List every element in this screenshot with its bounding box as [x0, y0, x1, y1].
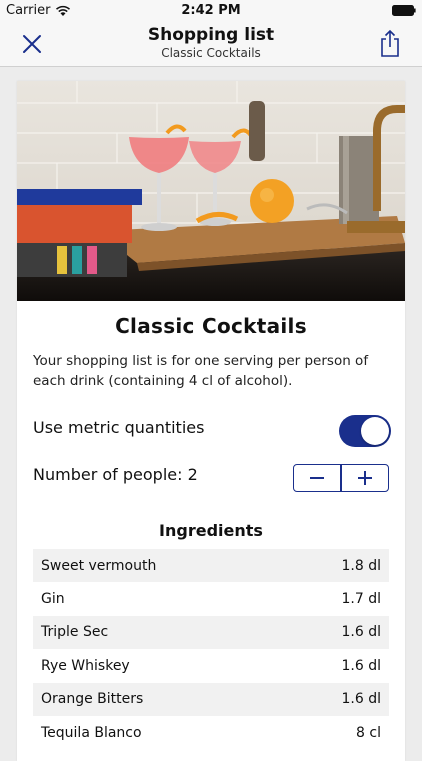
ingredient-quantity: 1.6 dl — [341, 691, 382, 708]
ingredient-name: Orange Bitters — [41, 691, 144, 708]
ingredient-row: Sweet vermouth 1.8 dl — [33, 549, 389, 583]
ingredient-row: Triple Sec 1.6 dl — [33, 615, 389, 650]
ingredient-row: Rye Whiskey 1.6 dl — [33, 649, 389, 682]
number-of-people-label: Number of people: 2 — [33, 465, 198, 484]
ingredient-row: Orange Bitters 1.6 dl — [33, 682, 389, 716]
metric-quantities-toggle[interactable] — [339, 415, 391, 447]
plus-icon — [357, 471, 372, 485]
ingredient-quantity: 1.6 dl — [341, 624, 382, 641]
ingredient-row: Gin 1.7 dl — [33, 582, 389, 615]
ingredient-name: Triple Sec — [41, 624, 109, 641]
ingredient-quantity: 1.8 dl — [341, 557, 382, 574]
ingredients-list: Sweet vermouth 1.8 dl Gin 1.7 dl Triple … — [33, 549, 389, 749]
nav-subtitle: Classic Cocktails — [161, 46, 261, 60]
card-description: Your shopping list is for one serving pe… — [33, 353, 369, 389]
people-stepper — [293, 464, 389, 492]
ingredient-name: Sweet vermouth — [41, 557, 157, 574]
nav-title: Shopping list — [147, 25, 275, 45]
ingredient-name: Rye Whiskey — [41, 657, 130, 674]
ingredient-row: Tequila Blanco 8 cl — [33, 716, 389, 749]
ingredient-quantity: 1.7 dl — [341, 591, 382, 608]
cocktail-hero-image — [17, 81, 405, 301]
card-title: Classic Cocktails — [115, 314, 307, 338]
ingredients-heading: Ingredients — [159, 521, 263, 540]
ingredient-quantity: 1.6 dl — [341, 657, 382, 674]
status-time: 2:42 PM — [181, 3, 241, 18]
increment-button[interactable] — [342, 465, 388, 491]
ingredient-name: Gin — [41, 591, 65, 608]
metric-quantities-label: Use metric quantities — [33, 418, 205, 437]
ingredient-quantity: 8 cl — [356, 724, 381, 741]
share-icon[interactable] — [378, 28, 402, 58]
decrement-button[interactable] — [294, 465, 340, 491]
toggle-knob — [361, 417, 389, 445]
nav-bar: Shopping list Classic Cocktails — [0, 22, 422, 67]
battery-icon — [392, 5, 416, 16]
minus-icon — [310, 477, 325, 479]
shopping-list-card: Classic Cocktails Your shopping list is … — [17, 81, 405, 761]
ingredient-name: Tequila Blanco — [41, 724, 142, 741]
status-bar: Carrier 2:42 PM — [0, 0, 422, 22]
